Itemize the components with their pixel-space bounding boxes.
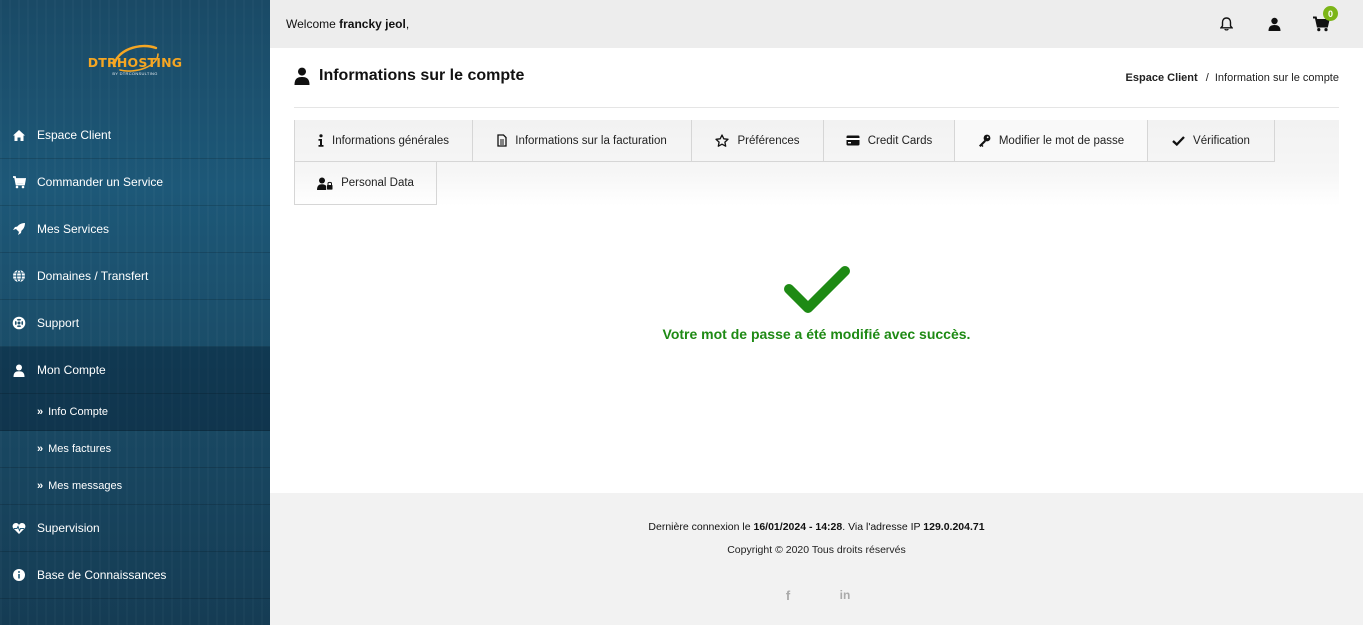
sidebar: DTRHOSTING BY DTRCONSULTING Espace Clien… (0, 0, 270, 625)
cart-count-badge: 0 (1323, 6, 1338, 21)
notifications-bell-icon[interactable] (1217, 15, 1235, 33)
sidebar-item-label: Commander un Service (37, 175, 164, 189)
tab-label: Préférences (737, 134, 800, 147)
sidebar-item-label: Support (37, 316, 80, 330)
last-login-ip: 129.0.204.71 (923, 521, 985, 533)
sidebar-subitem-mes-messages[interactable]: » Mes messages (0, 468, 270, 505)
sidebar-item-base-connaissances[interactable]: Base de Connaissances (0, 552, 270, 599)
sidebar-item-supervision[interactable]: Supervision (0, 505, 270, 552)
breadcrumb-root-link[interactable]: Espace Client (1126, 72, 1198, 84)
cart-icon (12, 175, 26, 189)
tab-label: Credit Cards (867, 134, 933, 147)
last-login-prefix: Dernière connexion le (648, 521, 751, 533)
tab-label: Personal Data (341, 177, 414, 189)
tab-label: Informations générales (332, 134, 449, 147)
tab-personal-data[interactable]: Personal Data (294, 162, 437, 205)
home-icon (12, 128, 26, 142)
sidebar-item-label: Domaines / Transfert (37, 269, 149, 283)
sidebar-nav: Espace Client Commander un Service Mes S… (0, 112, 270, 599)
copyright-text: Copyright © 2020 Tous droits réservés (727, 544, 906, 556)
linkedin-icon[interactable]: in (838, 588, 852, 602)
double-chevron-right-icon: » (37, 480, 44, 492)
user-icon (294, 67, 310, 85)
lifebuoy-icon (12, 316, 26, 330)
sidebar-item-label: Espace Client (37, 128, 112, 142)
breadcrumb: Espace Client / Information sur le compt… (1126, 72, 1339, 84)
breadcrumb-separator: / (1205, 72, 1209, 84)
success-panel: Votre mot de passe a été modifié avec su… (294, 265, 1339, 342)
user-name: francky jeol (339, 17, 406, 31)
sidebar-item-commander[interactable]: Commander un Service (0, 159, 270, 206)
sidebar-subitem-label: Mes factures (48, 443, 112, 455)
tab-label: Modifier le mot de passe (998, 134, 1125, 147)
star-icon (715, 134, 730, 147)
logo-subtext: BY DTRCONSULTING (112, 71, 158, 76)
tab-informations-generales[interactable]: Informations générales (294, 120, 473, 162)
sidebar-item-espace-client[interactable]: Espace Client (0, 112, 270, 159)
sidebar-subitem-mes-factures[interactable]: » Mes factures (0, 431, 270, 468)
file-icon (497, 134, 507, 147)
key-icon (978, 134, 991, 147)
globe-icon (12, 269, 26, 283)
tab-verification[interactable]: Vérification (1148, 120, 1275, 162)
sidebar-subitem-info-compte[interactable]: » Info Compte (0, 394, 270, 431)
welcome-prefix: Welcome (286, 17, 336, 31)
sidebar-item-label: Mes Services (37, 222, 110, 236)
sidebar-subitem-label: Info Compte (48, 406, 109, 418)
tab-informations-facturation[interactable]: Informations sur la facturation (473, 120, 692, 162)
success-message: Votre mot de passe a été modifié avec su… (662, 326, 971, 342)
tab-label: Informations sur la facturation (515, 134, 667, 147)
double-chevron-right-icon: » (37, 443, 44, 455)
top-bar: Welcome francky jeol, 0 (270, 0, 1363, 48)
welcome-suffix: , (405, 17, 410, 31)
sidebar-item-support[interactable]: Support (0, 300, 270, 347)
sidebar-item-label: Base de Connaissances (37, 568, 167, 582)
success-check-icon (783, 266, 850, 313)
last-login-info: Dernière connexion le 16/01/2024 - 14:28… (270, 521, 1363, 533)
last-login-date: 16/01/2024 - 14:28 (753, 521, 843, 533)
user-lock-icon (317, 177, 333, 190)
dtrhosting-logo[interactable]: DTRHOSTING BY DTRCONSULTING (82, 40, 188, 80)
page-header: Informations sur le compte Espace Client… (294, 60, 1339, 108)
tab-credit-cards[interactable]: Credit Cards (824, 120, 955, 162)
logo-text: DTRHOSTING (87, 55, 183, 70)
last-login-mid: . Via l'adresse IP (842, 521, 921, 533)
sidebar-item-label: Mon Compte (37, 363, 106, 377)
sidebar-item-mes-services[interactable]: Mes Services (0, 206, 270, 253)
sidebar-subitem-label: Mes messages (48, 480, 123, 492)
info-circle-icon (12, 568, 26, 582)
user-icon (12, 363, 26, 377)
breadcrumb-current: Information sur le compte (1214, 72, 1339, 84)
facebook-icon[interactable]: f (781, 588, 795, 603)
tab-label: Vérification (1193, 134, 1250, 147)
info-icon (318, 134, 324, 147)
heartbeat-icon (12, 521, 26, 535)
credit-card-icon (846, 135, 860, 146)
check-icon (1172, 135, 1185, 146)
sidebar-item-domaines[interactable]: Domaines / Transfert (0, 253, 270, 300)
double-chevron-right-icon: » (37, 406, 44, 418)
tab-preferences[interactable]: Préférences (692, 120, 824, 162)
sidebar-item-mon-compte[interactable]: Mon Compte (0, 347, 270, 394)
sidebar-item-label: Supervision (37, 521, 100, 535)
welcome-message: Welcome francky jeol, (286, 17, 409, 31)
footer: Dernière connexion le 16/01/2024 - 14:28… (270, 493, 1363, 625)
account-tabs: Informations générales Informations sur … (294, 120, 1339, 206)
page-title: Informations sur le compte (319, 67, 525, 84)
rocket-icon (12, 222, 26, 236)
page-title-wrap: Informations sur le compte (294, 67, 524, 85)
user-account-icon[interactable] (1265, 15, 1283, 33)
tab-modifier-mot-de-passe[interactable]: Modifier le mot de passe (955, 120, 1148, 162)
